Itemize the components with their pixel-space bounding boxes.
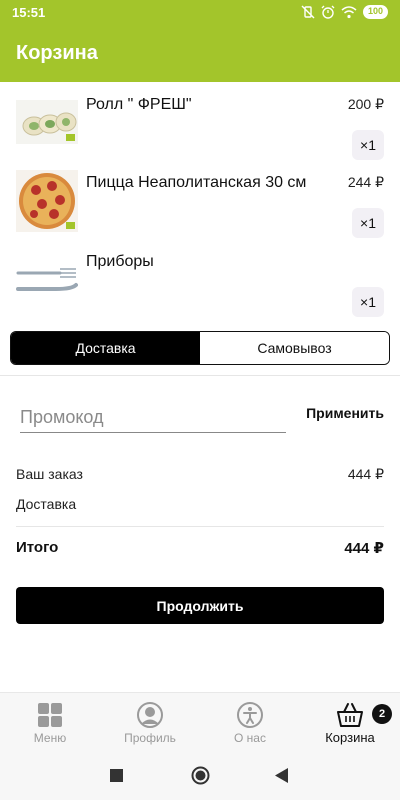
app-header: Корзина [0, 26, 400, 82]
cart-item[interactable]: Пицца Неаполитанская 30 см 244 ₽ ×1 [0, 170, 400, 248]
cart-count-badge: 2 [372, 704, 392, 724]
cutlery-image [16, 263, 78, 299]
quantity-button[interactable]: ×1 [352, 208, 384, 238]
total-label: Итого [16, 539, 59, 556]
status-bar: 15:51 100 [0, 0, 400, 26]
recents-icon[interactable] [110, 769, 123, 782]
delivery-label: Доставка [16, 496, 77, 512]
cart-item-name: Пицца Неаполитанская 30 см [86, 174, 307, 191]
back-icon[interactable] [275, 768, 289, 783]
quantity-button[interactable]: ×1 [352, 287, 384, 317]
nav-label: Профиль [124, 731, 176, 745]
home-icon[interactable] [191, 766, 210, 785]
pickup-option[interactable]: Самовывоз [200, 332, 389, 364]
cart-item[interactable]: Ролл " ФРЕШ" 200 ₽ ×1 [0, 92, 400, 170]
vibrate-off-icon [301, 5, 315, 19]
nav-item-about[interactable]: О нас [200, 693, 300, 752]
cart-item-price: 244 ₽ [347, 174, 384, 190]
status-time: 15:51 [12, 5, 46, 20]
delivery-method-toggle: Доставка Самовывоз [10, 331, 390, 365]
summary-divider [16, 526, 384, 527]
info-icon [237, 702, 263, 728]
cart-item-name: Ролл " ФРЕШ" [86, 96, 192, 113]
delivery-option[interactable]: Доставка [11, 332, 200, 364]
menu-grid-icon [38, 703, 62, 727]
divider [0, 375, 400, 376]
bottom-nav: Меню Профиль О нас 2 Корзина [0, 692, 400, 752]
alarm-icon [321, 5, 335, 19]
order-value: 444 ₽ [347, 466, 384, 482]
continue-button[interactable]: Продолжить [16, 587, 384, 624]
pizza-image [16, 170, 78, 232]
profile-icon [137, 702, 163, 728]
apply-promo-button[interactable]: Применить [306, 405, 384, 421]
nav-item-menu[interactable]: Меню [0, 693, 100, 752]
promo-code-input[interactable] [20, 402, 286, 433]
roll-image [16, 100, 78, 144]
cart-item-price: 200 ₽ [347, 96, 384, 112]
nav-label: Меню [33, 731, 67, 745]
cart-item-name: Приборы [86, 253, 154, 270]
status-icons: 100 [301, 5, 388, 19]
order-label: Ваш заказ [16, 466, 83, 482]
total-value: 444 ₽ [344, 540, 384, 557]
nav-label: Корзина [325, 730, 375, 745]
quantity-button[interactable]: ×1 [352, 130, 384, 160]
wifi-icon [341, 6, 357, 19]
system-nav-bar [0, 752, 400, 800]
nav-label: О нас [234, 731, 266, 745]
battery-indicator: 100 [362, 5, 388, 19]
page-title: Корзина [16, 42, 98, 64]
basket-icon [337, 703, 363, 727]
cart-item[interactable]: Приборы ×1 [0, 249, 400, 327]
nav-item-profile[interactable]: Профиль [100, 693, 200, 752]
nav-item-cart[interactable]: 2 Корзина [300, 693, 400, 752]
